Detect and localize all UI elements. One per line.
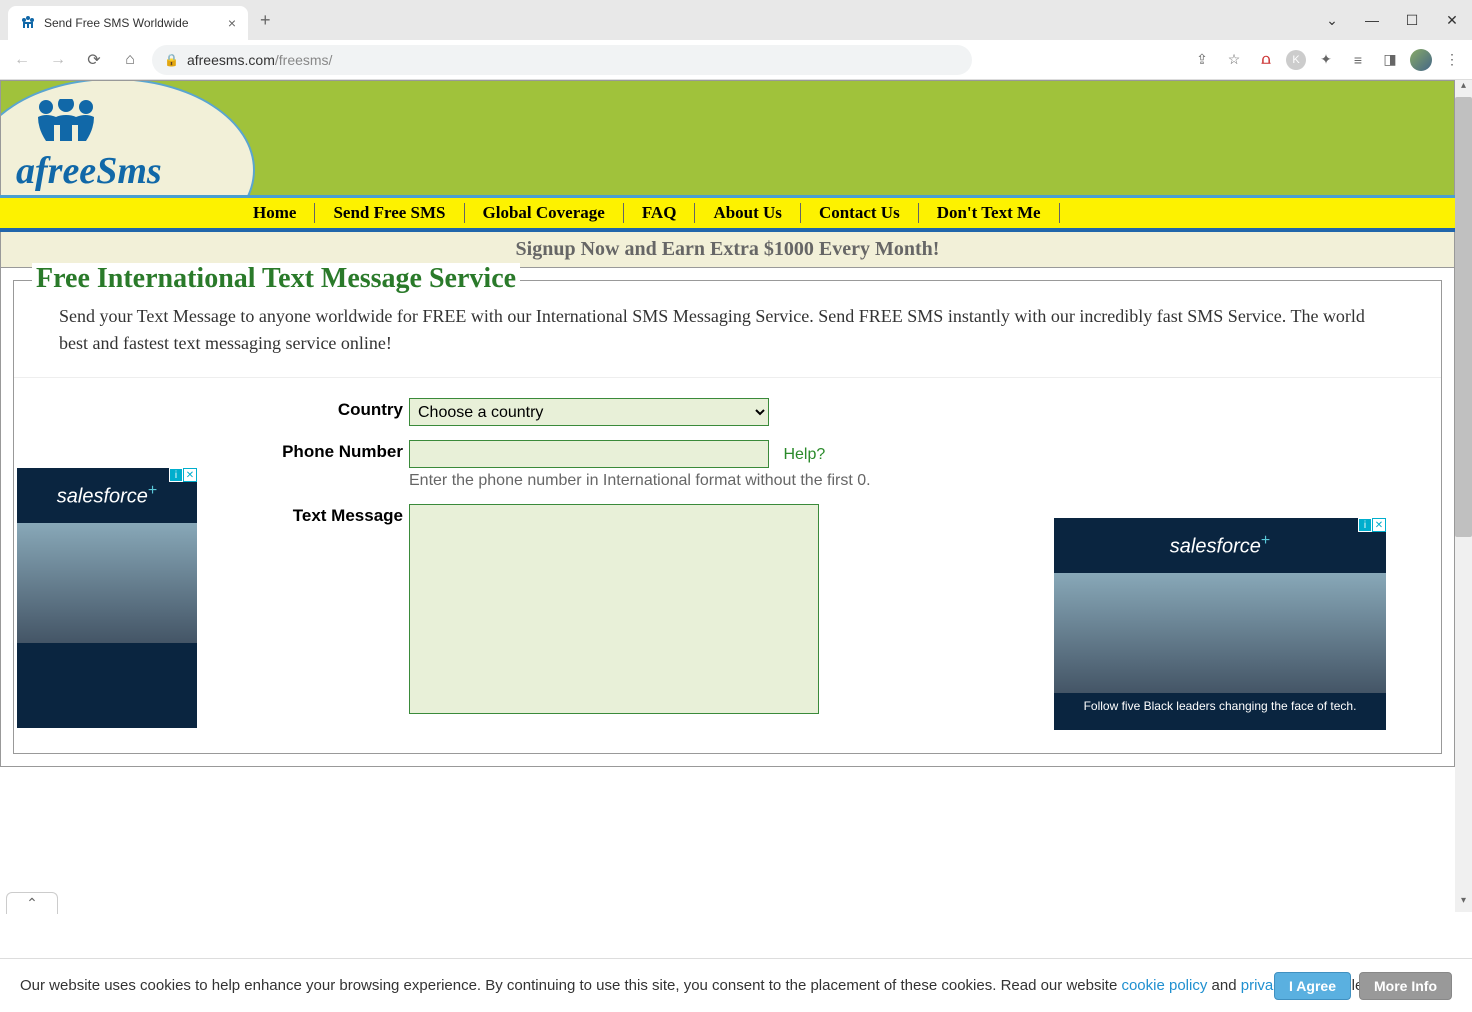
nav-faq[interactable]: FAQ: [624, 203, 696, 223]
cookie-text: Our website uses cookies to help enhance…: [20, 973, 1452, 999]
sms-form: Country Choose a country Phone Number He…: [14, 378, 1441, 753]
browser-nav-bar: ← → ⟳ ⌂ 🔒 afreesms.com/freesms/ ⇪ ☆ ⩍ K …: [0, 40, 1472, 80]
ad-info-icon[interactable]: i: [169, 468, 183, 482]
phone-hint: Enter the phone number in International …: [409, 472, 871, 490]
scroll-down-icon[interactable]: ▾: [1455, 895, 1472, 912]
nav-menu-wrapper: Home Send Free SMS Global Coverage FAQ A…: [0, 195, 1455, 232]
ad-close-icon[interactable]: ✕: [1372, 518, 1386, 532]
address-bar[interactable]: 🔒 afreesms.com/freesms/: [152, 45, 972, 75]
message-textarea[interactable]: [409, 504, 819, 714]
cookie-policy-link[interactable]: cookie policy: [1121, 977, 1207, 994]
phone-label: Phone Number: [14, 440, 409, 462]
nav-menu: Home Send Free SMS Global Coverage FAQ A…: [235, 198, 1455, 228]
phone-input[interactable]: [409, 440, 769, 468]
ad-info-icon[interactable]: i: [1358, 518, 1372, 532]
country-label: Country: [14, 398, 409, 420]
side-panel-icon[interactable]: ◨: [1378, 48, 1402, 72]
ad-left[interactable]: i ✕ salesforce+: [17, 468, 197, 728]
reload-icon[interactable]: ⟳: [80, 46, 108, 74]
close-window-icon[interactable]: ✕: [1432, 5, 1472, 35]
forward-icon[interactable]: →: [44, 46, 72, 74]
tab-title: Send Free SMS Worldwide: [44, 16, 220, 30]
minimize-icon[interactable]: —: [1352, 5, 1392, 35]
maximize-icon[interactable]: ☐: [1392, 5, 1432, 35]
intro-text: Send your Text Message to anyone worldwi…: [14, 303, 1441, 378]
k-extension-icon[interactable]: K: [1286, 50, 1306, 70]
bookmark-icon[interactable]: ☆: [1222, 48, 1246, 72]
page-viewport: afreeSms Home Send Free SMS Global Cover…: [0, 80, 1472, 912]
logo-text-sms: Sms: [96, 150, 161, 192]
country-select[interactable]: Choose a country: [409, 398, 769, 426]
logo-text-free: free: [35, 150, 96, 192]
ad-right[interactable]: i ✕ salesforce+ Follow five Black leader…: [1054, 518, 1386, 730]
ad-right-tagline: Follow five Black leaders changing the f…: [1054, 693, 1386, 719]
home-icon[interactable]: ⌂: [116, 46, 144, 74]
expand-tab[interactable]: ⌃: [6, 892, 58, 914]
site-logo[interactable]: afreeSms: [16, 99, 162, 193]
ad-close-icon[interactable]: ✕: [183, 468, 197, 482]
reading-list-icon[interactable]: ≡: [1346, 48, 1370, 72]
nav-home[interactable]: Home: [235, 203, 315, 223]
scroll-up-icon[interactable]: ▴: [1455, 80, 1472, 97]
cookie-more-button[interactable]: More Info: [1359, 972, 1452, 1000]
tab-favicon-icon: [20, 15, 36, 31]
ad-right-image: [1054, 573, 1386, 693]
new-tab-button[interactable]: +: [260, 10, 271, 31]
scrollbar[interactable]: ▴ ▾: [1455, 80, 1472, 912]
extension-icons: ⇪ ☆ ⩍ K ✦ ≡ ◨ ⋮: [1190, 48, 1464, 72]
ad-right-brand: salesforce+: [1054, 518, 1386, 573]
page-title: Free International Text Message Service: [32, 263, 520, 295]
mcafee-icon[interactable]: ⩍: [1254, 48, 1278, 72]
window-controls: ⌄ — ☐ ✕: [1312, 5, 1472, 35]
share-icon[interactable]: ⇪: [1190, 48, 1214, 72]
nav-about-us[interactable]: About Us: [695, 203, 801, 223]
nav-contact-us[interactable]: Contact Us: [801, 203, 919, 223]
cookie-agree-button[interactable]: I Agree: [1274, 972, 1351, 1000]
chevron-down-icon[interactable]: ⌄: [1312, 5, 1352, 35]
title-bar: Send Free SMS Worldwide × + ⌄ — ☐ ✕: [0, 0, 1472, 40]
browser-menu-icon[interactable]: ⋮: [1440, 48, 1464, 72]
site-header: afreeSms: [0, 80, 1455, 195]
browser-tab[interactable]: Send Free SMS Worldwide ×: [8, 6, 248, 40]
cookie-bar: Our website uses cookies to help enhance…: [0, 958, 1472, 1012]
profile-avatar-icon[interactable]: [1410, 49, 1432, 71]
tab-close-icon[interactable]: ×: [228, 15, 236, 31]
extensions-icon[interactable]: ✦: [1314, 48, 1338, 72]
url-text: afreesms.com/freesms/: [187, 52, 333, 68]
ad-left-image: [17, 523, 197, 643]
scrollbar-thumb[interactable]: [1455, 97, 1472, 537]
nav-dont-text-me[interactable]: Don't Text Me: [919, 203, 1060, 223]
main-content: Free International Text Message Service …: [13, 280, 1442, 754]
lock-icon: 🔒: [164, 53, 179, 67]
browser-chrome: Send Free SMS Worldwide × + ⌄ — ☐ ✕ ← → …: [0, 0, 1472, 80]
nav-send-free-sms[interactable]: Send Free SMS: [315, 203, 464, 223]
back-icon[interactable]: ←: [8, 46, 36, 74]
chevron-up-icon: ⌃: [26, 895, 38, 912]
logo-text-a: a: [16, 150, 35, 192]
logo-people-icon: [16, 99, 116, 144]
phone-help-link[interactable]: Help?: [783, 446, 825, 463]
nav-global-coverage[interactable]: Global Coverage: [465, 203, 624, 223]
